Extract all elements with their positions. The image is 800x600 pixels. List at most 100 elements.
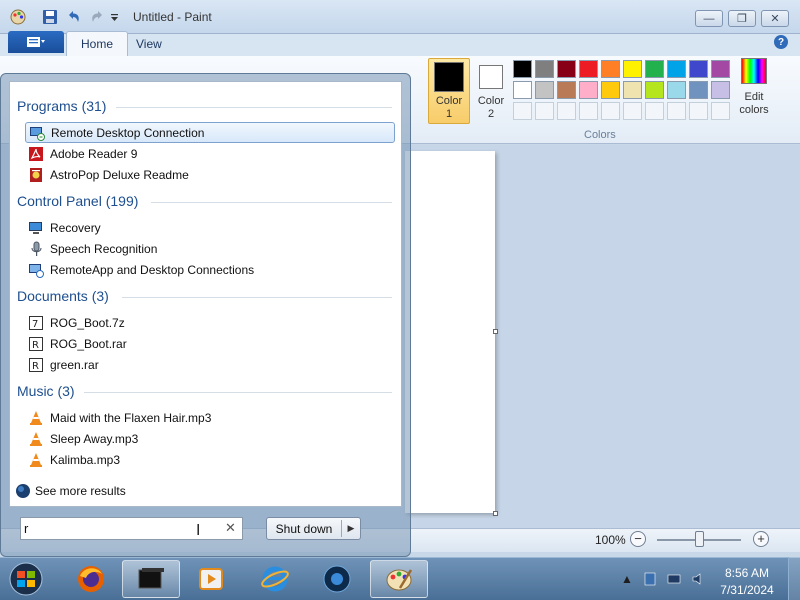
- palette-empty-swatch[interactable]: [689, 102, 708, 120]
- start-search-box[interactable]: Ι ✕: [20, 517, 243, 540]
- vlc-icon: [28, 431, 44, 447]
- palette-swatch[interactable]: [689, 81, 708, 99]
- shutdown-options-arrow-icon[interactable]: ▶: [342, 523, 360, 534]
- zoom-slider-thumb[interactable]: [695, 531, 704, 547]
- firefox-icon: [78, 566, 104, 592]
- zoom-out-button[interactable]: −: [630, 531, 646, 547]
- paint-menu-button[interactable]: [8, 31, 64, 53]
- result-adobe-reader-9[interactable]: Adobe Reader 9: [25, 143, 395, 164]
- redo-icon[interactable]: [87, 8, 107, 26]
- tab-view[interactable]: View: [122, 31, 176, 56]
- palette-swatch[interactable]: [513, 81, 532, 99]
- result-rog-boot-7z[interactable]: 7 ROG_Boot.7z: [25, 312, 395, 333]
- palette-swatch[interactable]: [557, 81, 576, 99]
- maximize-button[interactable]: ❐: [728, 10, 756, 27]
- close-button[interactable]: ✕: [761, 10, 789, 27]
- palette-swatch[interactable]: [711, 60, 730, 78]
- result-remoteapp-desktop-connections[interactable]: RemoteApp and Desktop Connections: [25, 259, 395, 280]
- shutdown-button[interactable]: Shut down ▶: [266, 517, 361, 540]
- result-green-rar[interactable]: R green.rar: [25, 354, 395, 375]
- canvas-resize-handle-corner[interactable]: [493, 511, 498, 516]
- edit-colors-button[interactable]: Edit colors: [736, 58, 772, 124]
- shutdown-label: Shut down: [275, 521, 333, 536]
- palette-swatch[interactable]: [667, 81, 686, 99]
- window-app-icon: [138, 568, 164, 589]
- action-center-tray-icon[interactable]: [666, 571, 682, 587]
- palette-swatch[interactable]: [667, 60, 686, 78]
- internet-explorer-icon: [261, 566, 289, 592]
- color1-button[interactable]: Color 1: [428, 58, 470, 124]
- result-astropop-readme[interactable]: AstroPop Deluxe Readme: [25, 164, 395, 185]
- palette-empty-swatch[interactable]: [623, 102, 642, 120]
- taskbar-app-window[interactable]: [122, 560, 180, 598]
- result-kalimba[interactable]: Kalimba.mp3: [25, 449, 395, 470]
- palette-empty-swatch[interactable]: [667, 102, 686, 120]
- palette-empty-swatch[interactable]: [579, 102, 598, 120]
- see-more-results-link[interactable]: See more results: [15, 483, 126, 499]
- show-desktop-button[interactable]: [788, 557, 800, 600]
- paint-app-icon[interactable]: [8, 8, 28, 26]
- palette-swatch[interactable]: [579, 81, 598, 99]
- palette-empty-swatch[interactable]: [711, 102, 730, 120]
- svg-text:R: R: [32, 361, 39, 372]
- taskbar-media-center[interactable]: [308, 560, 366, 598]
- palette-swatch[interactable]: [645, 60, 664, 78]
- palette-empty-swatch[interactable]: [601, 102, 620, 120]
- palette-swatch[interactable]: [535, 81, 554, 99]
- palette-empty-swatch[interactable]: [535, 102, 554, 120]
- palette-swatch[interactable]: [623, 81, 642, 99]
- help-icon[interactable]: ?: [774, 35, 788, 49]
- search-input[interactable]: [24, 520, 204, 537]
- save-icon[interactable]: [40, 8, 60, 26]
- result-remote-desktop-connection[interactable]: Remote Desktop Connection: [25, 122, 395, 143]
- palette-swatch[interactable]: [535, 60, 554, 78]
- palette-empty-swatch[interactable]: [557, 102, 576, 120]
- palette-swatch[interactable]: [557, 60, 576, 78]
- palette-swatch[interactable]: [579, 60, 598, 78]
- result-label: Remote Desktop Connection: [51, 125, 205, 140]
- search-globe-icon: [16, 484, 30, 498]
- result-label: AstroPop Deluxe Readme: [50, 167, 189, 182]
- result-recovery[interactable]: Recovery: [25, 217, 395, 238]
- palette-swatch[interactable]: [711, 81, 730, 99]
- palette-swatch[interactable]: [513, 60, 532, 78]
- taskbar-internet-explorer[interactable]: [246, 560, 304, 598]
- zoom-in-button[interactable]: +: [753, 531, 769, 547]
- palette-empty-swatch[interactable]: [513, 102, 532, 120]
- result-label: Maid with the Flaxen Hair.mp3: [50, 410, 212, 425]
- readme-icon: [28, 167, 44, 183]
- start-button[interactable]: [2, 560, 50, 598]
- result-speech-recognition[interactable]: Speech Recognition: [25, 238, 395, 259]
- palette-swatch[interactable]: [645, 81, 664, 99]
- vlc-icon: [28, 410, 44, 426]
- undo-icon[interactable]: [64, 8, 84, 26]
- palette-swatch[interactable]: [601, 60, 620, 78]
- media-center-icon: [323, 565, 351, 593]
- result-label: green.rar: [50, 357, 99, 372]
- palette-swatch[interactable]: [623, 60, 642, 78]
- color2-button[interactable]: Color 2: [470, 58, 512, 124]
- palette-swatch[interactable]: [601, 81, 620, 99]
- minimize-button[interactable]: —: [695, 10, 723, 27]
- palette-swatch[interactable]: [689, 60, 708, 78]
- color1-label: Color 1: [435, 95, 463, 120]
- result-rog-boot-rar[interactable]: R ROG_Boot.rar: [25, 333, 395, 354]
- taskbar-clock[interactable]: 8:56 AM 7/31/2024: [712, 565, 782, 599]
- drawing-canvas[interactable]: [405, 151, 495, 513]
- clear-search-icon[interactable]: ✕: [225, 521, 236, 536]
- taskbar-firefox[interactable]: [62, 560, 120, 598]
- customize-toolbar-icon[interactable]: [108, 8, 120, 26]
- section-divider: [151, 202, 392, 203]
- start-orb-icon: [9, 562, 43, 596]
- taskbar-media-player[interactable]: [182, 560, 240, 598]
- show-hidden-icons-arrow[interactable]: ▲: [619, 571, 635, 587]
- taskbar-paint[interactable]: [370, 560, 428, 598]
- palette-empty-swatch[interactable]: [645, 102, 664, 120]
- result-sleep-away[interactable]: Sleep Away.mp3: [25, 428, 395, 449]
- tab-home[interactable]: Home: [66, 31, 129, 56]
- canvas-resize-handle-right[interactable]: [493, 329, 498, 334]
- section-control-panel: Control Panel (199): [17, 193, 139, 209]
- result-maid-with-the-flaxen-hair[interactable]: Maid with the Flaxen Hair.mp3: [25, 407, 395, 428]
- network-tray-icon[interactable]: [642, 571, 658, 587]
- volume-tray-icon[interactable]: [690, 571, 706, 587]
